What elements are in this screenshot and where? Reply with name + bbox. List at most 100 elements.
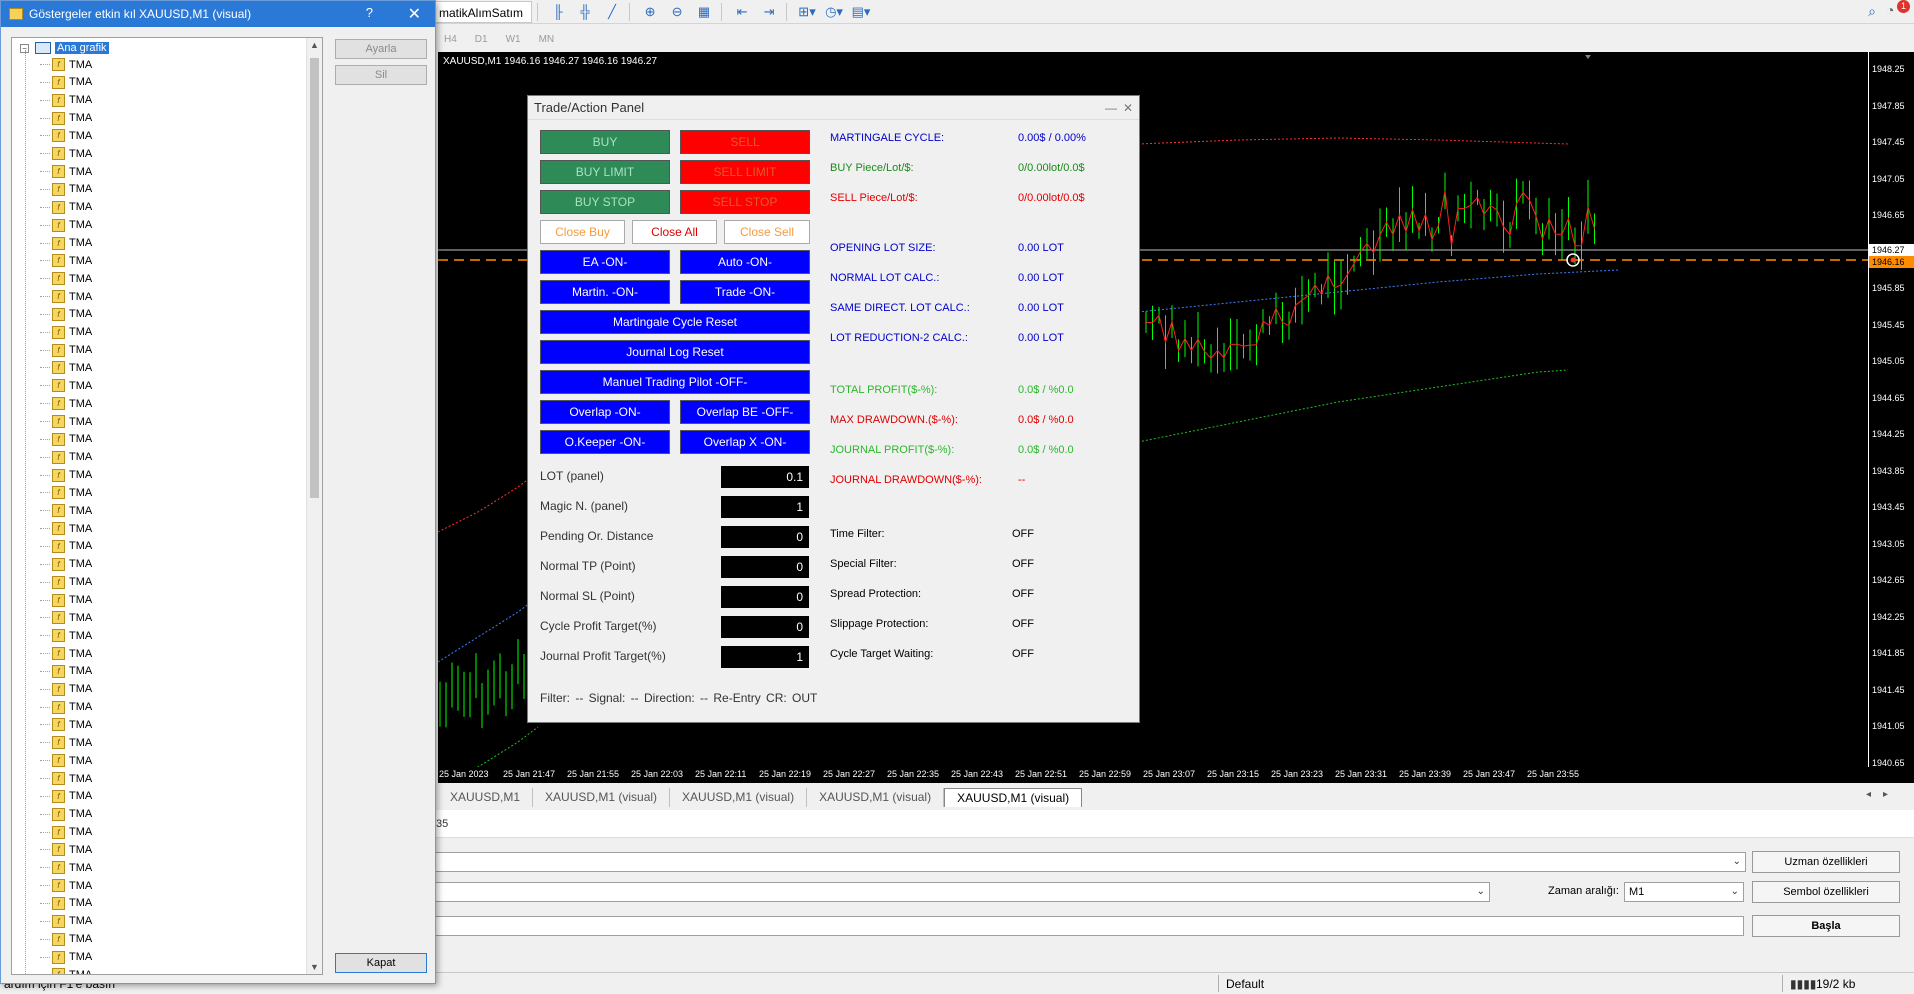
start-button[interactable]: Başla [1752,915,1900,937]
overlap-toggle-button[interactable]: Overlap -ON- [540,400,670,424]
expert-properties-button[interactable]: Uzman özellikleri [1752,851,1900,873]
tree-item-indicator[interactable]: f TMA [40,574,92,591]
status-profile[interactable]: Default [1226,977,1264,991]
martingale-reset-button[interactable]: Martingale Cycle Reset [540,310,810,334]
close-icon[interactable]: ✕ [408,4,421,24]
tree-item-indicator[interactable]: f TMA [40,592,92,609]
tree-item-indicator[interactable]: f TMA [40,824,92,841]
journal-reset-button[interactable]: Journal Log Reset [540,340,810,364]
tree-item-indicator[interactable]: f TMA [40,556,92,573]
tree-item-indicator[interactable]: f TMA [40,92,92,109]
tree-item-indicator[interactable]: f TMA [40,252,92,269]
tree-item-indicator[interactable]: f TMA [40,413,92,430]
martin-toggle-button[interactable]: Martin. -ON- [540,280,670,304]
panel-input-field[interactable]: 0 [721,616,809,638]
expert-advisor-label[interactable]: matikAlımSatım [430,0,533,23]
indicator-tree[interactable]: − Ana grafik f TMA f TMA f TMA f TMA f TMA f TMA f TM… [11,37,323,975]
chart-tab[interactable]: XAUUSD,M1 [438,788,534,807]
tree-item-indicator[interactable]: f TMA [40,163,92,180]
scroll-thumb[interactable] [310,58,319,498]
chart-tab-active[interactable]: XAUUSD,M1 (visual) [944,788,1083,807]
tree-item-indicator[interactable]: f TMA [40,359,92,376]
tree-item-indicator[interactable]: f TMA [40,770,92,787]
tree-item-indicator[interactable]: f TMA [40,841,92,858]
tree-item-indicator[interactable]: f TMA [40,56,92,73]
tree-item-indicator[interactable]: f TMA [40,502,92,519]
close-buy-button[interactable]: Close Buy [540,220,625,244]
chart-shift-icon[interactable]: ⇥ [757,1,781,23]
collapse-icon[interactable]: − [20,43,29,53]
periods-icon[interactable]: ◷▾ [822,1,846,23]
sell-stop-button[interactable]: SELL STOP [680,190,810,214]
tree-item-indicator[interactable]: f TMA [40,645,92,662]
panel-input-field[interactable]: 0 [721,586,809,608]
panel-input-field[interactable]: 0 [721,556,809,578]
period-h4[interactable]: H4 [444,34,457,45]
expert-select[interactable]: ⌄ [430,852,1746,872]
tree-item-indicator[interactable]: f TMA [40,966,92,974]
tree-item-indicator[interactable]: f TMA [40,467,92,484]
ea-toggle-button[interactable]: EA -ON- [540,250,670,274]
tree-item-indicator[interactable]: f TMA [40,788,92,805]
overlap-be-toggle-button[interactable]: Overlap BE -OFF- [680,400,810,424]
tree-item-indicator[interactable]: f TMA [40,931,92,948]
search-icon[interactable]: ⌕ [1868,3,1876,20]
auto-scroll-icon[interactable]: ⇤ [730,1,754,23]
symbol-select[interactable]: ⌄ [430,882,1490,902]
chart-tab[interactable]: XAUUSD,M1 (visual) [533,788,671,807]
buy-button[interactable]: BUY [540,130,670,154]
scroll-down-icon[interactable]: ▼ [310,962,319,972]
tree-item-indicator[interactable]: f TMA [40,127,92,144]
tree-item-indicator[interactable]: f TMA [40,913,92,930]
tree-item-indicator[interactable]: f TMA [40,538,92,555]
buy-limit-button[interactable]: BUY LIMIT [540,160,670,184]
tree-item-indicator[interactable]: f TMA [40,681,92,698]
tree-item-indicator[interactable]: f TMA [40,395,92,412]
manual-pilot-button[interactable]: Manuel Trading Pilot -OFF- [540,370,810,394]
tree-item-indicator[interactable]: f TMA [40,74,92,91]
tree-item-indicator[interactable]: f TMA [40,752,92,769]
close-sell-button[interactable]: Close Sell [724,220,810,244]
chart-tab[interactable]: XAUUSD,M1 (visual) [807,788,945,807]
tree-item-indicator[interactable]: f TMA [40,199,92,216]
price-axis[interactable]: 1948.25 1947.85 1947.45 1947.05 1946.65 1946.… [1868,52,1914,768]
trade-toggle-button[interactable]: Trade -ON- [680,280,810,304]
tree-item-indicator[interactable]: f TMA [40,377,92,394]
tree-item-indicator[interactable]: f TMA [40,324,92,341]
panel-input-field[interactable]: 1 [721,646,809,668]
period-mn[interactable]: MN [539,34,555,45]
time-axis[interactable]: 25 Jan 2023 25 Jan 21:47 25 Jan 21:55 25 Ja… [438,767,1914,783]
period-d1[interactable]: D1 [475,34,488,45]
tree-item-indicator[interactable]: f TMA [40,235,92,252]
minimize-icon[interactable]: — [1105,96,1117,120]
timeframe-select[interactable]: M1 ⌄ [1624,882,1744,902]
tree-item-indicator[interactable]: f TMA [40,699,92,716]
zoom-in-icon[interactable]: ⊕ [638,1,662,23]
zoom-out-icon[interactable]: ⊖ [665,1,689,23]
templates-icon[interactable]: ▤▾ [849,1,873,23]
tree-item-indicator[interactable]: f TMA [40,859,92,876]
tree-item-indicator[interactable]: f TMA [40,484,92,501]
tree-item-indicator[interactable]: f TMA [40,270,92,287]
panel-input-field[interactable]: 0.1 [721,466,809,488]
delete-button[interactable]: Sil [335,65,427,85]
tree-scrollbar[interactable]: ▲ ▼ [306,38,322,974]
auto-toggle-button[interactable]: Auto -ON- [680,250,810,274]
buy-stop-button[interactable]: BUY STOP [540,190,670,214]
scroll-up-icon[interactable]: ▲ [310,40,319,50]
sell-button[interactable]: SELL [680,130,810,154]
tree-item-indicator[interactable]: f TMA [40,306,92,323]
close-all-button[interactable]: Close All [632,220,717,244]
bar-chart-icon[interactable]: ╟ [546,1,570,23]
sell-limit-button[interactable]: SELL LIMIT [680,160,810,184]
tree-item-indicator[interactable]: f TMA [40,145,92,162]
help-button[interactable]: ? [366,5,373,20]
tree-item-indicator[interactable]: f TMA [40,342,92,359]
line-chart-icon[interactable]: ╱ [600,1,624,23]
close-icon[interactable]: ✕ [1123,96,1133,120]
symbol-properties-button[interactable]: Sembol özellikleri [1752,881,1900,903]
tree-item-indicator[interactable]: f TMA [40,895,92,912]
indicators-icon[interactable]: ⊞▾ [795,1,819,23]
panel-input-field[interactable]: 0 [721,526,809,548]
tree-item-indicator[interactable]: f TMA [40,716,92,733]
